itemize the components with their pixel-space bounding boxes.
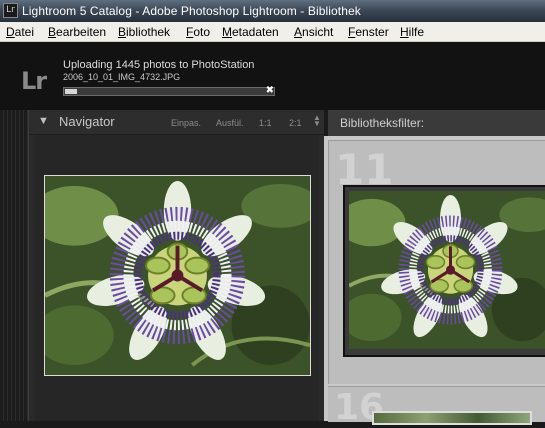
zoom-fill[interactable]: Ausfül. [216,118,244,128]
navigator-header[interactable]: ▼ Navigator Einpas. Ausfül. 1:1 2:1 ▲ ▼ [29,110,325,135]
lightroom-icon[interactable]: Lr [3,3,18,18]
menu-ansicht[interactable]: Ansicht [294,22,333,42]
menu-bearbeiten[interactable]: Bearbeiten [48,22,106,42]
thumbnail-frame[interactable] [343,185,545,357]
menu-bibliothek[interactable]: Bibliothek [118,22,170,42]
library-filter-bar[interactable]: Bibliotheksfilter: [324,110,545,136]
menu-foto[interactable]: Foto [186,22,210,42]
menu-hilfe[interactable]: Hilfe [400,22,424,42]
navigator-preview[interactable] [35,135,319,421]
up-down-arrows-icon[interactable]: ▲ ▼ [313,114,321,128]
zoom-fit[interactable]: Einpas. [171,118,201,128]
thumbnail-photo[interactable] [349,191,545,349]
title-bar: Lr Lightroom 5 Catalog - Adobe Photoshop… [0,0,545,22]
menu-metadaten[interactable]: Metadaten [222,22,279,42]
zoom-1-1[interactable]: 1:1 [259,118,272,128]
zoom-2-1[interactable]: 2:1 [289,118,302,128]
upload-progress-bar: ✖ [63,85,275,97]
navigator-title: Navigator [59,114,115,129]
navigator-panel: ▼ Navigator Einpas. Ausfül. 1:1 2:1 ▲ ▼ [28,110,325,421]
passion-flower-thumbnail [349,191,545,349]
menu-bar: Datei Bearbeiten Bibliothek Foto Metadat… [0,22,545,42]
window-title: Lightroom 5 Catalog - Adobe Photoshop Li… [22,4,361,18]
progress-fill [65,89,77,94]
close-icon[interactable]: ✖ [266,85,274,97]
triangle-down-icon[interactable]: ▼ [38,115,49,127]
activity-title: Uploading 1445 photos to PhotoStation [63,59,255,71]
library-filter-label: Bibliotheksfilter: [340,116,425,130]
library-grid: Bibliotheksfilter: 11 16 [324,110,545,428]
navigator-photo[interactable] [44,175,311,376]
menu-datei[interactable]: Datei [6,22,34,42]
activity-filename: 2006_10_01_IMG_4732.JPG [63,72,181,82]
grid-cell[interactable]: 16 [328,386,545,428]
thumbnail-photo[interactable] [372,411,532,425]
lightroom-logo: Lr [21,67,47,95]
left-panel-edge[interactable] [0,110,28,421]
identity-plate: Lr Uploading 1445 photos to PhotoStation… [0,42,545,110]
grid-cell[interactable]: 11 [328,140,545,384]
passion-flower-photo [45,176,310,375]
menu-fenster[interactable]: Fenster [348,22,389,42]
